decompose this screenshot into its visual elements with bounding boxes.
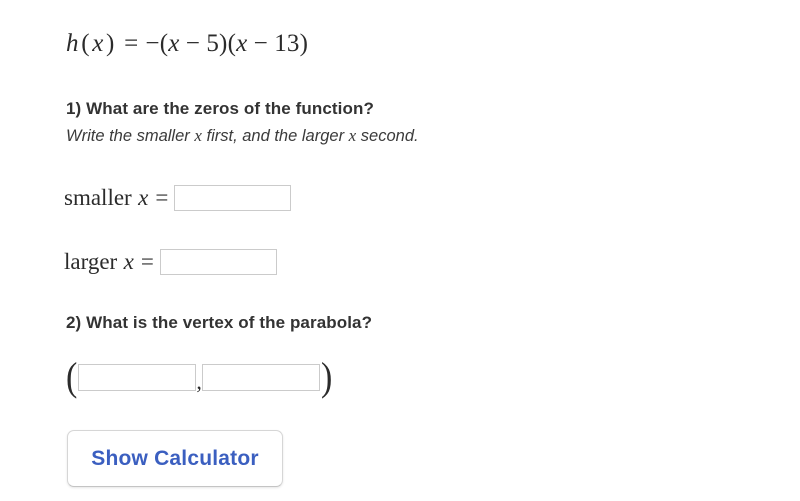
- equation-close-paren-2: ): [219, 30, 228, 57]
- question-1-subtitle: Write the smaller x first, and the large…: [66, 126, 419, 146]
- question-2-prompt: 2) What is the vertex of the parabola?: [66, 313, 373, 332]
- exercise-page: h(x) = −(x −5)(x −13) 1) What are the zeros …: [0, 0, 800, 501]
- smaller-x-label: smaller x: [64, 184, 148, 212]
- subtitle-text-part-2: first, and the larger: [201, 127, 349, 145]
- answer-row-larger-x: larger x =: [64, 248, 277, 276]
- equation-number-13: 13: [274, 30, 300, 57]
- subtitle-text-part-3: second.: [356, 127, 419, 145]
- larger-x-input[interactable]: [159, 249, 277, 275]
- smaller-x-input[interactable]: [174, 185, 292, 211]
- function-equation: h(x) = −(x −5)(x −13): [66, 27, 308, 61]
- smaller-equals-sign: =: [155, 185, 169, 210]
- equation-minus-sign-2: −: [253, 30, 268, 57]
- larger-label-variable: x: [123, 249, 134, 274]
- equation-equals-sign: =: [124, 30, 139, 57]
- equation-open-paren-2: (: [159, 30, 169, 57]
- answer-row-vertex: ( , ): [65, 354, 333, 399]
- equation-open-paren-3: (: [227, 30, 237, 57]
- equation-minus-sign-1: −: [185, 30, 201, 57]
- show-calculator-button[interactable]: Show Calculator: [67, 430, 283, 487]
- subtitle-variable-1: x: [194, 126, 202, 145]
- equation-close-paren-3: ): [299, 30, 309, 57]
- larger-x-label: larger x: [64, 248, 134, 276]
- question-1-prompt: 1) What are the zeros of the function?: [66, 99, 374, 118]
- equation-variable-2: x: [168, 30, 180, 57]
- vertex-y-input[interactable]: [201, 363, 320, 391]
- smaller-label-word: smaller: [64, 185, 132, 210]
- subtitle-text-part-1: Write the smaller: [66, 127, 195, 145]
- answer-row-smaller-x: smaller x =: [64, 184, 292, 212]
- larger-label-word: larger: [64, 249, 118, 274]
- equation-close-paren-1: ): [106, 30, 115, 57]
- equation-variable-3: x: [236, 30, 248, 57]
- equation-number-5: 5: [206, 30, 220, 57]
- vertex-open-paren: (: [65, 354, 78, 399]
- equation-negative-sign: −: [145, 30, 160, 57]
- larger-equals-sign: =: [140, 249, 154, 274]
- equation-variable-1: x: [92, 30, 104, 57]
- smaller-label-variable: x: [138, 185, 149, 210]
- equation-open-paren-1: (: [81, 30, 90, 57]
- equation-function-name: h: [66, 30, 79, 57]
- vertex-close-paren: ): [320, 354, 333, 399]
- vertex-x-input[interactable]: [78, 363, 197, 391]
